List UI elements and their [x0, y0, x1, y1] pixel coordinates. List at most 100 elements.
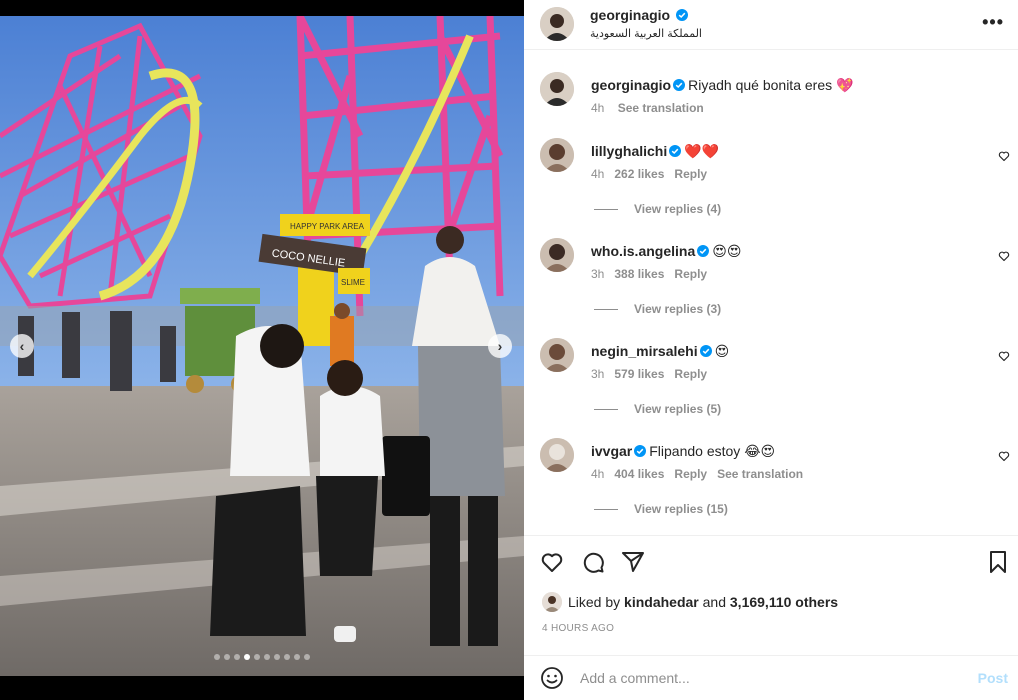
comment-time: 3h [591, 367, 605, 381]
emoji-icon[interactable] [540, 666, 564, 690]
commenter-avatar[interactable] [540, 338, 574, 372]
comment-like-heart-icon[interactable] [998, 250, 1010, 262]
caption-body: georginagio Riyadh qué bonita eres 💖 [591, 76, 978, 94]
caption-username[interactable]: georginagio [591, 77, 671, 93]
post-actions: Liked by kindahedar and 3,169,110 others… [524, 535, 1018, 655]
carousel-dot [274, 654, 280, 660]
author-avatar[interactable] [540, 7, 574, 41]
caption-text: Riyadh qué bonita eres 💖 [688, 77, 854, 93]
comment-text: Flipando estoy 😂😍 [649, 443, 776, 459]
comment-like-heart-icon[interactable] [998, 450, 1010, 462]
liked-by-conj: and [702, 594, 726, 610]
comment-body: who.is.angelina 😍😍 [591, 242, 978, 260]
see-translation-link[interactable]: See translation [717, 467, 803, 481]
comment-meta: 3h 579 likes Reply [591, 367, 717, 381]
view-replies-button[interactable]: View replies (5) [594, 402, 721, 416]
post-header: georginagio المملكة العربية السعودية ••• [524, 0, 1018, 50]
comment-meta: 3h 388 likes Reply [591, 267, 717, 281]
replies-divider [594, 308, 618, 310]
view-replies-button[interactable]: View replies (15) [594, 502, 728, 516]
carousel-indicator [0, 654, 524, 660]
comments-list: georginagio Riyadh qué bonita eres 💖 4h S… [524, 60, 1018, 536]
comment-text: 😍 [714, 343, 730, 359]
liked-by-prefix: Liked by [568, 594, 621, 610]
caption-avatar[interactable] [540, 72, 574, 106]
commenter-avatar[interactable] [540, 138, 574, 172]
author-username[interactable]: georginagio [590, 7, 670, 23]
view-replies-label: View replies (5) [634, 402, 722, 416]
replies-divider [594, 508, 618, 510]
replies-divider [594, 408, 618, 410]
like-heart-icon[interactable] [540, 550, 564, 574]
comment-likes-count[interactable]: 579 likes [614, 367, 664, 381]
reply-button[interactable]: Reply [674, 467, 707, 481]
comment-text: 😍😍 [712, 243, 742, 259]
next-slide-button[interactable]: › [488, 334, 512, 358]
carousel-dot [264, 654, 270, 660]
comment-time: 4h [591, 167, 605, 181]
carousel-dot [234, 654, 240, 660]
commenter-username[interactable]: ivvgar [591, 443, 632, 459]
caption-time: 4h [591, 101, 605, 115]
comment-like-heart-icon[interactable] [998, 350, 1010, 362]
post-timestamp[interactable]: 4 HOURS AGO [542, 623, 614, 634]
photo-illustration: COCO NELLIE HAPPY PARK AREA SLIME [0, 16, 524, 676]
save-bookmark-icon[interactable] [986, 550, 1010, 574]
carousel-dot [244, 654, 250, 660]
likes-summary: Liked by kindahedar and 3,169,110 others [542, 592, 838, 612]
commenter-avatar[interactable] [540, 438, 574, 472]
comment-input[interactable] [580, 666, 960, 690]
reply-button[interactable]: Reply [674, 167, 707, 181]
view-replies-button[interactable]: View replies (4) [594, 202, 721, 216]
view-replies-label: View replies (4) [634, 202, 722, 216]
reply-button[interactable]: Reply [674, 367, 707, 381]
sign-park-area: HAPPY PARK AREA [290, 222, 365, 231]
caption-meta: 4h See translation [591, 101, 714, 115]
post-comment-button[interactable]: Post [978, 670, 1008, 686]
see-translation-link[interactable]: See translation [618, 101, 704, 115]
commenter-username[interactable]: negin_mirsalehi [591, 343, 698, 359]
replies-divider [594, 208, 618, 210]
view-replies-label: View replies (3) [634, 302, 722, 316]
post-side-panel: georginagio المملكة العربية السعودية •••… [524, 0, 1018, 700]
verified-badge-icon [699, 345, 712, 357]
liker-avatar[interactable] [542, 592, 562, 612]
author-name-row: georginagio [590, 7, 689, 23]
carousel-dot [254, 654, 260, 660]
more-options-icon[interactable]: ••• [982, 12, 1004, 33]
liked-by-user[interactable]: kindahedar [624, 594, 699, 610]
verified-badge-icon [669, 145, 682, 157]
comment-likes-count[interactable]: 262 likes [614, 167, 664, 181]
comment-meta: 4h 262 likes Reply [591, 167, 717, 181]
verified-badge-icon [697, 245, 710, 257]
post-media: COCO NELLIE HAPPY PARK AREA SLIME ‹ › [0, 0, 524, 700]
comment-meta: 4h 404 likes Reply See translation [591, 467, 813, 481]
share-send-icon[interactable] [621, 550, 645, 574]
carousel-dot [224, 654, 230, 660]
comment-likes-count[interactable]: 388 likes [614, 267, 664, 281]
carousel-dot [304, 654, 310, 660]
commenter-username[interactable]: lillyghalichi [591, 143, 667, 159]
view-replies-button[interactable]: View replies (3) [594, 302, 721, 316]
commenter-username[interactable]: who.is.angelina [591, 243, 695, 259]
view-replies-label: View replies (15) [634, 502, 728, 516]
comment-body: lillyghalichi ❤️❤️ [591, 142, 978, 160]
post-photo[interactable]: COCO NELLIE HAPPY PARK AREA SLIME [0, 16, 524, 676]
comment-body: negin_mirsalehi 😍 [591, 342, 978, 360]
comment-likes-count[interactable]: 404 likes [614, 467, 664, 481]
carousel-dot [214, 654, 220, 660]
comment-body: ivvgar Flipando estoy 😂😍 [591, 442, 978, 460]
liked-by-others[interactable]: 3,169,110 others [730, 594, 838, 610]
comment-composer: Post [524, 655, 1018, 700]
verified-badge-icon [676, 9, 689, 21]
post-location[interactable]: المملكة العربية السعودية [590, 27, 702, 40]
previous-slide-button[interactable]: ‹ [10, 334, 34, 358]
comment-time: 4h [591, 467, 605, 481]
carousel-dot [284, 654, 290, 660]
carousel-dot [294, 654, 300, 660]
commenter-avatar[interactable] [540, 238, 574, 272]
reply-button[interactable]: Reply [674, 267, 707, 281]
comment-bubble-icon[interactable] [581, 550, 605, 574]
comment-text: ❤️❤️ [684, 143, 720, 159]
comment-like-heart-icon[interactable] [998, 150, 1010, 162]
